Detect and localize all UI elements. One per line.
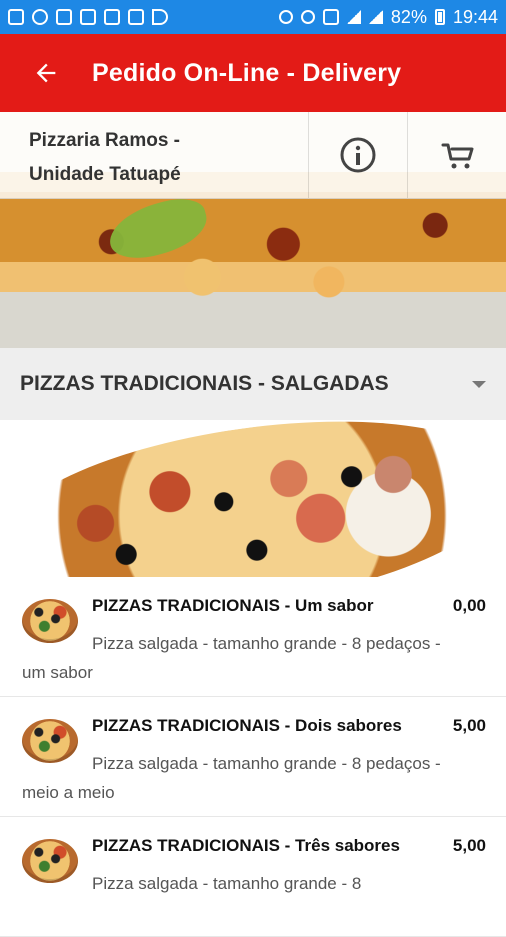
- signal-strength-icon: [368, 10, 383, 24]
- store-name: Pizzaria Ramos - Unidade Tatuapé: [0, 112, 308, 198]
- battery-percent: 82%: [390, 6, 427, 27]
- pizza-image: [0, 420, 506, 577]
- whatsapp-notification-icon: [32, 9, 48, 25]
- cart-button[interactable]: [407, 112, 506, 198]
- store-header: Pizzaria Ramos - Unidade Tatuapé: [0, 112, 506, 199]
- cart-icon: [441, 143, 474, 169]
- back-button[interactable]: [0, 34, 92, 112]
- category-selector[interactable]: PIZZAS TRADICIONAIS - SALGADAS: [0, 348, 506, 420]
- dropdown-caret-icon: [472, 380, 486, 388]
- alarm-icon: [278, 10, 293, 24]
- category-title: PIZZAS TRADICIONAIS - SALGADAS: [20, 372, 389, 395]
- page-title: Pedido On-Line - Delivery: [92, 58, 402, 87]
- item-description: Pizza salgada - tamanho grande - 8 pedaç…: [22, 754, 441, 802]
- basil-leaf-decoration: [103, 191, 213, 267]
- item-title: PIZZAS TRADICIONAIS - Um sabor: [92, 596, 374, 615]
- signal-icon: [346, 10, 361, 24]
- list-item[interactable]: PIZZAS TRADICIONAIS - Um sabor 0,00 Pizz…: [0, 577, 506, 697]
- item-price: 0,00: [452, 596, 486, 615]
- item-description: Pizza salgada - tamanho grande - 8: [92, 874, 362, 893]
- wifi-icon: [300, 10, 315, 24]
- arrow-back-icon: [36, 63, 56, 83]
- list-item[interactable]: PIZZAS TRADICIONAIS - Dois sabores 5,00 …: [0, 697, 506, 817]
- status-notification-icons: [8, 9, 168, 25]
- item-price: 5,00: [452, 836, 486, 855]
- category-image: [0, 420, 506, 577]
- info-icon: [340, 137, 376, 173]
- photo-notification-icon: [80, 9, 96, 25]
- battery-icon: [434, 9, 445, 25]
- item-description: Pizza salgada - tamanho grande - 8 pedaç…: [22, 634, 441, 682]
- calendar-notification-icon: [104, 9, 120, 25]
- mail-notification-icon: [128, 9, 144, 25]
- gallery-notification-icon: [56, 9, 72, 25]
- item-title: PIZZAS TRADICIONAIS - Dois sabores: [92, 716, 402, 735]
- image-notification-icon: [8, 9, 24, 25]
- sim-icon: [322, 9, 339, 25]
- list-item[interactable]: PIZZAS TRADICIONAIS - Três sabores 5,00 …: [0, 817, 506, 937]
- clock: 19:44: [452, 6, 498, 27]
- app-bar: Pedido On-Line - Delivery: [0, 34, 506, 112]
- status-bar: 82% 19:44: [0, 0, 506, 34]
- play-notification-icon: [152, 9, 168, 25]
- item-title: PIZZAS TRADICIONAIS - Três sabores: [92, 836, 400, 855]
- store-name-line1: Pizzaria Ramos -: [29, 130, 180, 151]
- info-button[interactable]: [308, 112, 407, 198]
- store-name-line2: Unidade Tatuapé: [29, 164, 181, 185]
- menu-list: PIZZAS TRADICIONAIS - Um sabor 0,00 Pizz…: [0, 577, 506, 937]
- store-banner: Pizzaria Ramos - Unidade Tatuapé: [0, 112, 506, 348]
- system-status: 82% 19:44: [278, 6, 498, 28]
- item-price: 5,00: [452, 716, 486, 735]
